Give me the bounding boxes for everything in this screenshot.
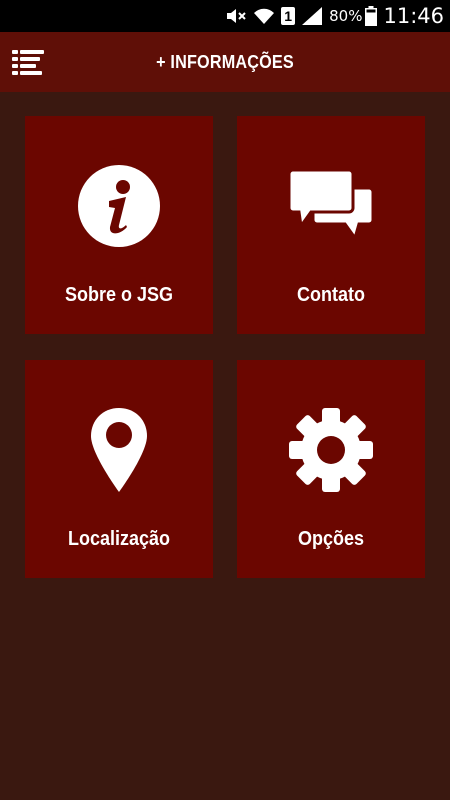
tile-opcoes[interactable]: Opções [237, 360, 425, 578]
gear-icon [237, 400, 425, 500]
tile-label: Sobre o JSG [64, 284, 174, 306]
info-icon [25, 156, 213, 256]
tile-label: Opções [297, 528, 365, 550]
tile-sobre[interactable]: Sobre o JSG [25, 116, 213, 334]
map-pin-icon [25, 400, 213, 500]
clock-time: 11:46 [383, 4, 444, 28]
mute-icon [225, 6, 247, 26]
sim-icon: 1 [281, 7, 296, 25]
tile-contato[interactable]: Contato [237, 116, 425, 334]
app-bar: + INFORMAÇÕES [0, 32, 450, 92]
battery-icon [365, 6, 378, 26]
signal-icon [301, 6, 323, 26]
tile-localizacao[interactable]: Localização [25, 360, 213, 578]
chat-bubbles-icon [237, 156, 425, 256]
battery-percent: 80% [329, 7, 363, 25]
tile-label: Contato [296, 284, 365, 306]
wifi-icon [253, 7, 275, 25]
tile-label: Localização [67, 528, 171, 550]
status-bar: 1 80% 11:46 [0, 0, 450, 32]
page-title: + INFORMAÇÕES [156, 52, 294, 72]
status-icons: 1 80% 11:46 [219, 0, 444, 32]
